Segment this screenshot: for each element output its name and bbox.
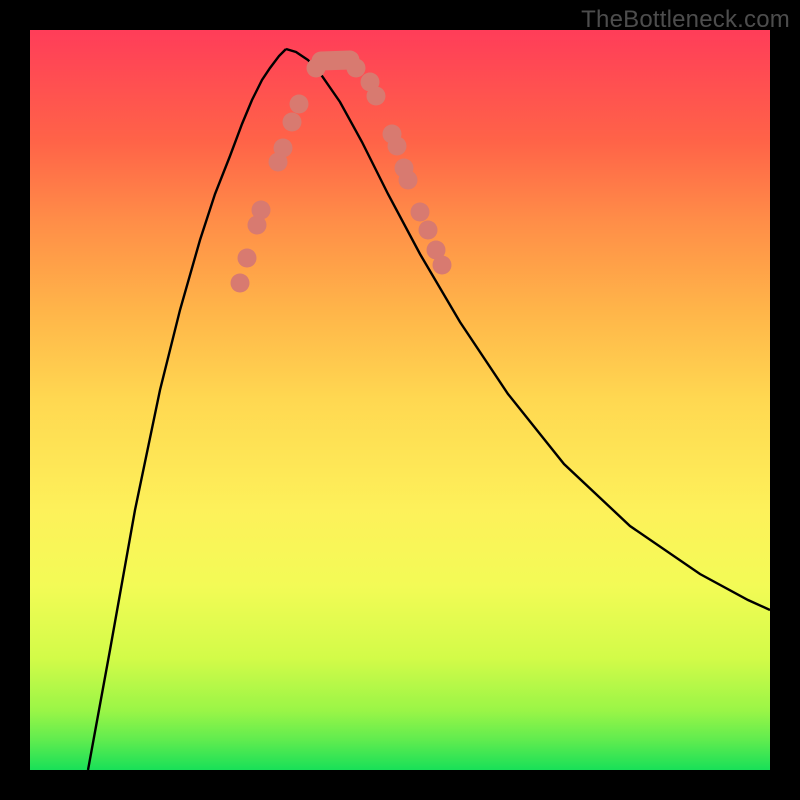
chart-marker [290,95,309,114]
chart-plot-area [30,30,770,770]
chart-marker [399,171,418,190]
chart-markers [231,59,452,293]
chart-marker [388,137,407,156]
chart-marker [419,221,438,240]
chart-marker [274,139,293,158]
chart-marker [367,87,386,106]
chart-marker [231,274,250,293]
chart-marker [411,203,430,222]
chart-marker [283,113,302,132]
watermark-text: TheBottleneck.com [581,6,790,34]
chart-marker [238,249,257,268]
chart-marker [252,201,271,220]
chart-marker [433,256,452,275]
chart-svg [30,30,770,770]
chart-marker-pill [321,60,350,61]
curve-right-branch [286,49,770,610]
curve-left-branch [88,49,286,770]
chart-frame: TheBottleneck.com [0,0,800,800]
